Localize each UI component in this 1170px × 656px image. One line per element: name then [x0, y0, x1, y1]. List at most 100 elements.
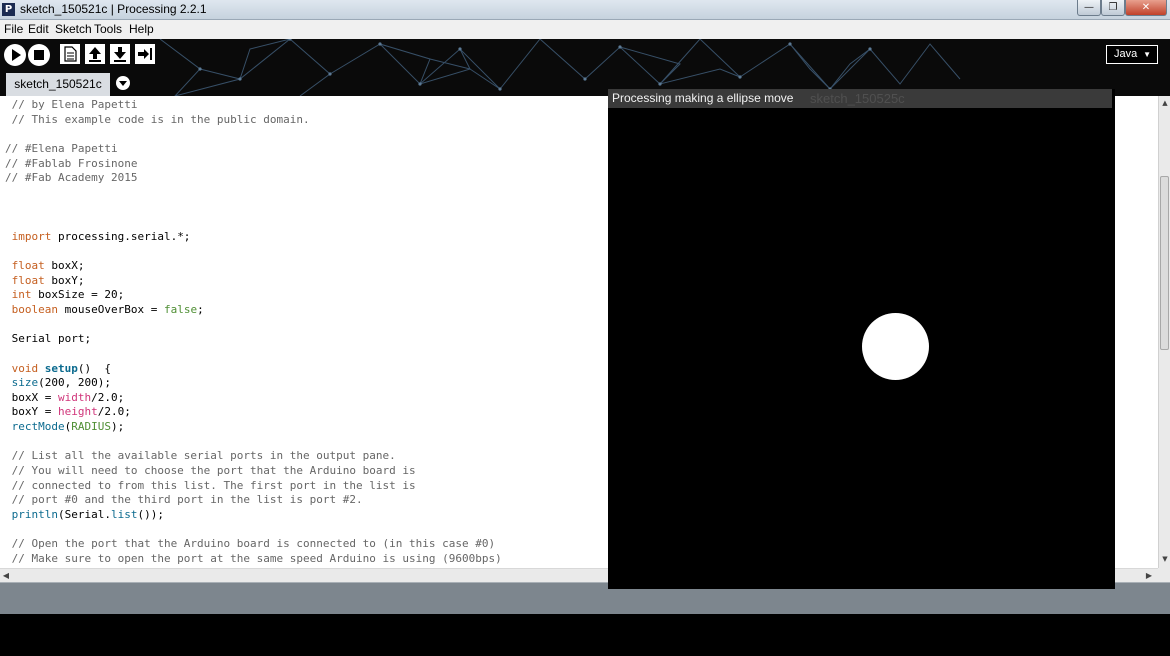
code-token: // by Elena Papetti — [5, 98, 138, 111]
menu-tools[interactable]: Tools — [94, 22, 122, 36]
run-button[interactable] — [4, 44, 26, 66]
code-token: Serial port; — [5, 332, 92, 346]
code-token: // #Fab Academy 2015 — [5, 171, 138, 185]
code-token: /2.0; — [91, 390, 125, 404]
code-token: void — [5, 361, 39, 375]
code-token: // You will need to choose the port that… — [5, 464, 416, 478]
code-line: // #Elena Papetti — [5, 142, 502, 157]
scroll-up-icon[interactable]: ▲ — [1159, 96, 1170, 110]
code-line: boxX = width/2.0; — [5, 391, 502, 406]
console-area — [0, 614, 1170, 656]
processing-app-icon: P — [2, 3, 15, 16]
window-title: sketch_150521c | Processing 2.2.1 — [20, 2, 207, 16]
code-line: // List all the available serial ports i… — [5, 449, 502, 464]
code-token: mouseOverBox = — [57, 302, 164, 316]
code-token: list — [110, 507, 138, 521]
minimize-button[interactable]: — — [1077, 0, 1101, 16]
code-token: float — [5, 273, 45, 287]
code-token: // Open the port that the Arduino board … — [5, 537, 496, 551]
code-line: float boxX; — [5, 259, 502, 274]
scroll-down-icon[interactable]: ▼ — [1159, 552, 1170, 566]
code-line: void setup() { — [5, 362, 502, 377]
code-token: float — [5, 259, 45, 273]
export-button[interactable] — [135, 44, 155, 64]
code-token: /2.0; — [97, 405, 131, 419]
code-token: // #Elena Papetti — [5, 141, 118, 155]
code-token: size — [5, 376, 39, 390]
new-button[interactable] — [60, 44, 80, 64]
code-token: int — [5, 288, 32, 302]
code-line: // connected to from this list. The firs… — [5, 479, 502, 494]
code-line: // You will need to choose the port that… — [5, 464, 502, 479]
mode-selector[interactable]: Java ▼ — [1106, 45, 1158, 64]
code-line: import processing.serial.*; — [5, 230, 502, 245]
close-button[interactable]: ✕ — [1125, 0, 1167, 16]
code-line: boxY = height/2.0; — [5, 405, 502, 420]
code-line: // by Elena Papetti — [5, 98, 502, 113]
code-line: Serial port; — [5, 332, 502, 347]
save-button[interactable] — [110, 44, 130, 64]
code-token: boxX = — [5, 390, 58, 404]
sketch-window-ghost-title: sketch_150525c — [810, 91, 905, 106]
code-token: ()); — [137, 507, 164, 521]
scrollbar-corner — [1158, 568, 1170, 582]
code-line: // #Fab Academy 2015 — [5, 171, 502, 186]
title-bar: P sketch_150521c | Processing 2.2.1 — ❐ … — [0, 0, 1170, 20]
code-token: height — [57, 405, 98, 419]
scroll-right-icon[interactable]: ▶ — [1143, 569, 1155, 583]
code-token: boxY = — [5, 405, 58, 419]
stop-icon — [34, 50, 44, 60]
code-token: boxSize = 20; — [31, 288, 125, 302]
code-token: ); — [110, 420, 125, 434]
vertical-scroll-thumb[interactable] — [1160, 176, 1169, 350]
code-token: () { — [77, 361, 111, 375]
code-token: // connected to from this list. The firs… — [5, 478, 416, 492]
code-line: println(Serial.list()); — [5, 508, 502, 523]
code-token: (200, 200); — [38, 376, 111, 390]
code-token: false — [163, 302, 198, 316]
code-token: import — [5, 229, 52, 243]
code-token: (Serial. — [57, 507, 111, 521]
code-token: setup — [44, 361, 78, 375]
menu-bar: File Edit Sketch Tools Help — [0, 20, 1170, 39]
code-line: // #Fablab Frosinone — [5, 157, 502, 172]
code-line: // Make sure to open the port at the sam… — [5, 552, 502, 567]
tab-menu-button[interactable] — [116, 76, 130, 90]
sketch-window[interactable]: Processing making a ellipse move sketch_… — [608, 89, 1115, 589]
open-button[interactable] — [85, 44, 105, 64]
menu-sketch[interactable]: Sketch — [55, 22, 92, 36]
code-line: float boxY; — [5, 274, 502, 289]
code-line: // port #0 and the third port in the lis… — [5, 493, 502, 508]
menu-edit[interactable]: Edit — [28, 22, 49, 36]
maximize-button[interactable]: ❐ — [1101, 0, 1125, 16]
code-token: boxY; — [44, 273, 85, 287]
code-token: rectMode — [5, 420, 65, 434]
code-token: // #Fablab Frosinone — [5, 156, 138, 170]
open-icon — [89, 47, 101, 62]
menu-file[interactable]: File — [4, 22, 23, 36]
code-token: // Make sure to open the port at the sam… — [5, 551, 502, 565]
code-token: // port #0 and the third port in the lis… — [5, 493, 363, 507]
menu-help[interactable]: Help — [129, 22, 154, 36]
scroll-left-icon[interactable]: ◀ — [0, 569, 12, 583]
code-line: // Open the port that the Arduino board … — [5, 537, 502, 552]
toolbar — [0, 39, 1170, 70]
code-token: ; — [197, 302, 204, 316]
export-icon — [138, 48, 152, 60]
tab-sketch[interactable]: sketch_150521c — [6, 73, 110, 96]
run-icon — [12, 49, 21, 61]
stop-button[interactable] — [28, 44, 50, 66]
code-token: // This example code is in the public do… — [5, 112, 310, 126]
code-token: boxX; — [44, 259, 85, 273]
white-ellipse — [862, 313, 929, 380]
vertical-scrollbar[interactable]: ▲ ▼ — [1158, 96, 1170, 568]
